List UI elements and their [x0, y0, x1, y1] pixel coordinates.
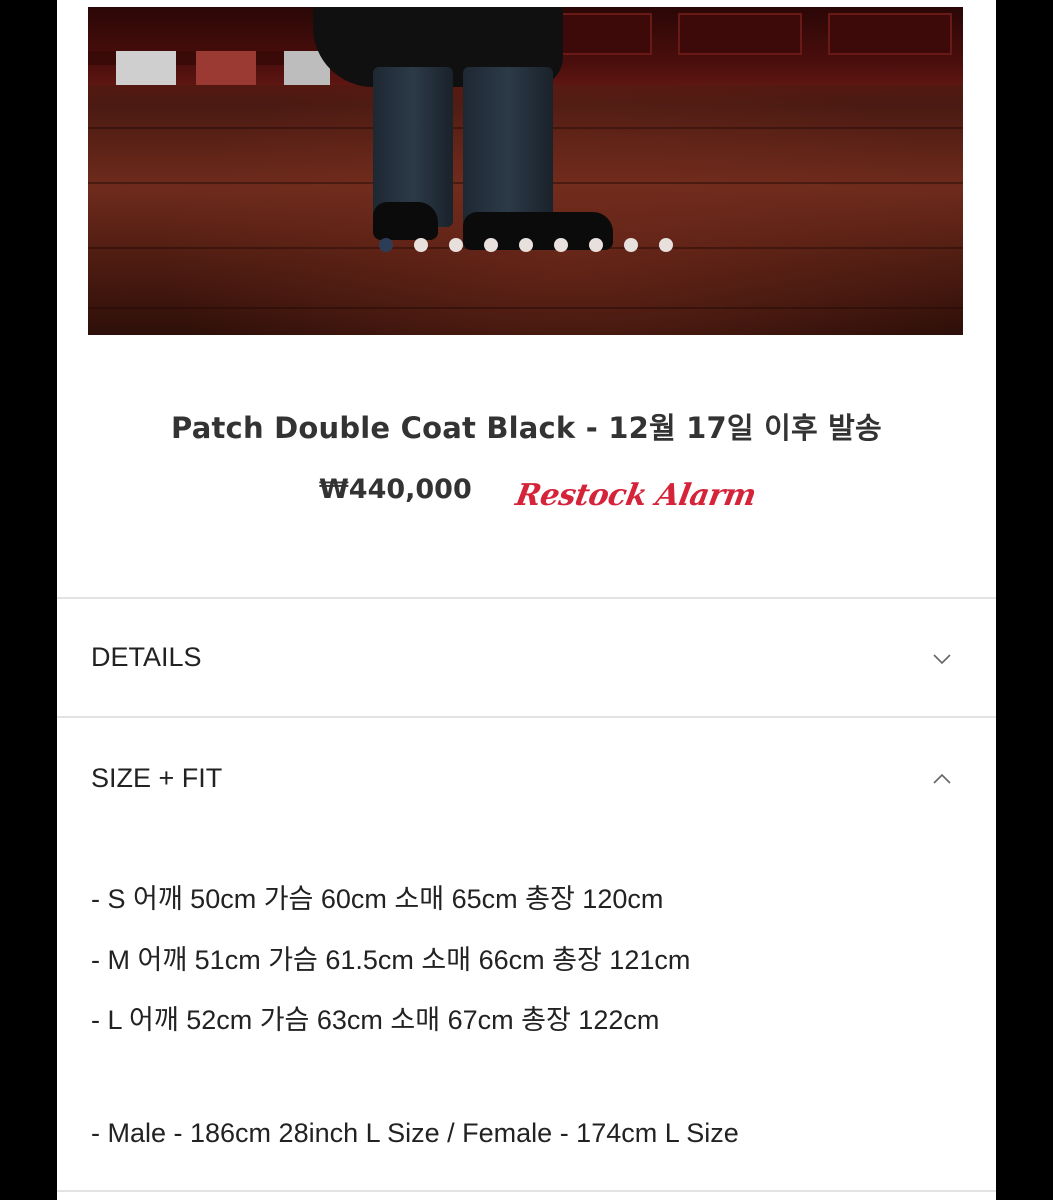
- carousel-dot-8[interactable]: [623, 238, 638, 252]
- shoe: [373, 202, 438, 240]
- product-title: Patch Double Coat Black - 12월 17일 이후 발송: [171, 411, 882, 445]
- carousel-dot-9[interactable]: [658, 238, 673, 252]
- carousel-dot-3[interactable]: [448, 238, 463, 252]
- divider: [57, 716, 996, 718]
- product-price: ₩440,000: [319, 474, 472, 505]
- divider: [57, 1190, 996, 1192]
- wall-panel: [678, 13, 802, 55]
- product-page: Patch Double Coat Black - 12월 17일 이후 발송 …: [57, 0, 996, 1200]
- wall-panel: [828, 13, 952, 55]
- divider: [57, 597, 996, 599]
- carousel-dot-6[interactable]: [553, 238, 568, 252]
- wall-panel: [558, 13, 652, 55]
- leg: [463, 67, 553, 227]
- book: [116, 51, 176, 85]
- carousel-dot-1[interactable]: [378, 238, 393, 252]
- carousel-dot-4[interactable]: [483, 238, 498, 252]
- book: [196, 51, 256, 85]
- size-line-s: - S 어깨 50cm 가슴 60cm 소매 65cm 총장 120cm: [91, 884, 664, 914]
- carousel-dots: [88, 238, 963, 254]
- size-line-m: - M 어깨 51cm 가슴 61.5cm 소매 66cm 총장 121cm: [91, 945, 691, 975]
- size-fit-accordion-header[interactable]: SIZE + FIT: [91, 763, 222, 794]
- carousel-dot-7[interactable]: [588, 238, 603, 252]
- carousel-dot-2[interactable]: [413, 238, 428, 252]
- bookshelf: [88, 51, 348, 85]
- floor-line: [88, 307, 963, 309]
- chevron-down-icon[interactable]: [930, 647, 954, 671]
- size-line-l: - L 어깨 52cm 가슴 63cm 소매 67cm 총장 122cm: [91, 1005, 660, 1035]
- carousel-dot-5[interactable]: [518, 238, 533, 252]
- restock-alarm-button[interactable]: Restock Alarm: [513, 478, 759, 513]
- model-info: - Male - 186cm 28inch L Size / Female - …: [91, 1118, 739, 1148]
- product-image-carousel[interactable]: [88, 7, 963, 335]
- chevron-up-icon[interactable]: [930, 767, 954, 791]
- details-accordion-header[interactable]: DETAILS: [91, 642, 202, 673]
